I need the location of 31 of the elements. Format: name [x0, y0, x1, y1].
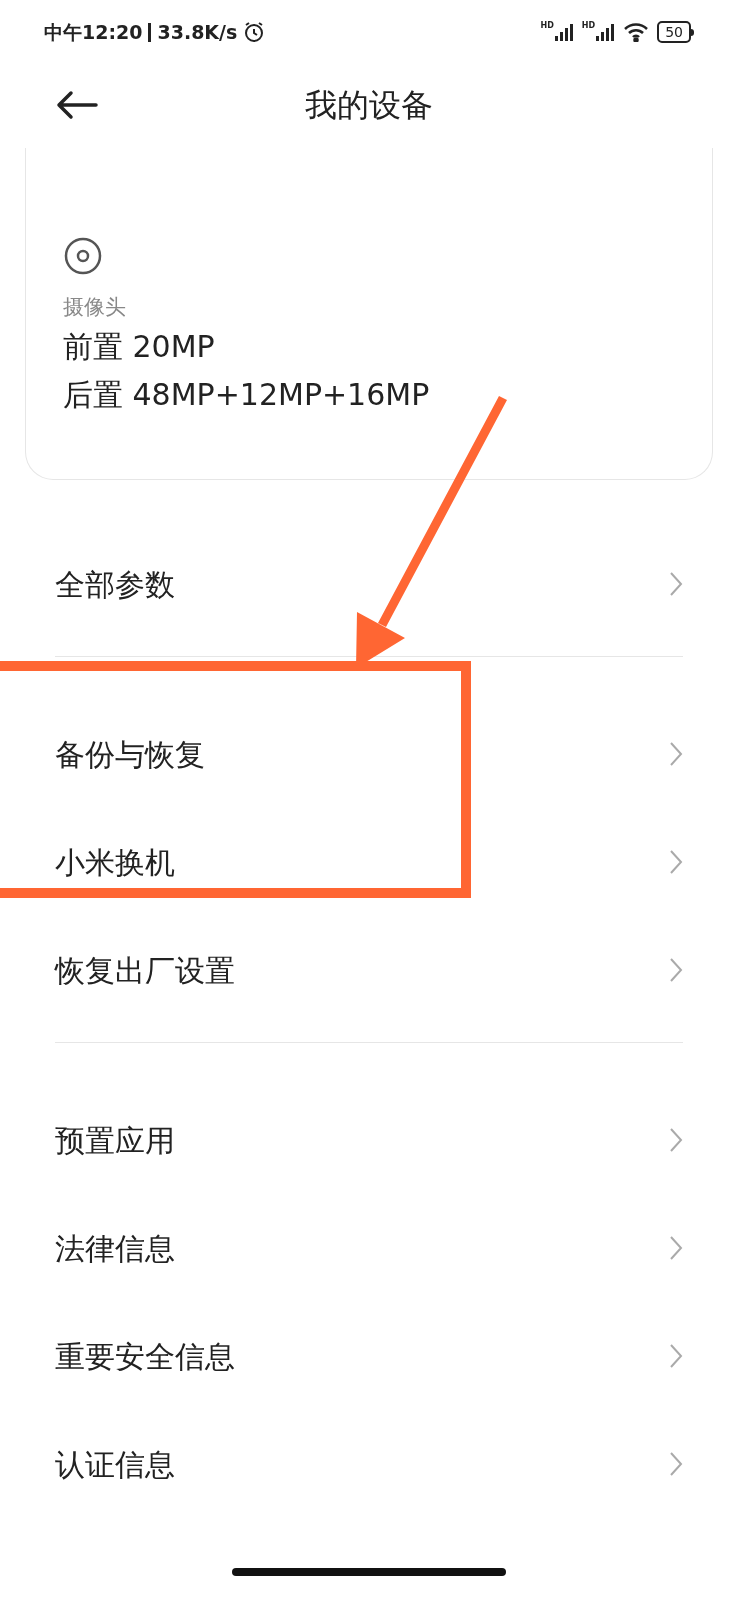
- settings-item[interactable]: 备份与恢复: [55, 700, 683, 808]
- chevron-icon: [669, 849, 683, 875]
- wifi-icon: [623, 22, 650, 42]
- network-type: HD: [540, 22, 554, 30]
- battery-level: 50: [657, 21, 691, 43]
- page-title: 我的设备: [305, 85, 433, 126]
- chevron-icon: [669, 1235, 683, 1261]
- chevron-icon: [669, 1451, 683, 1477]
- back-button[interactable]: [56, 90, 98, 120]
- network-speed: 33.8K/s: [157, 19, 238, 45]
- section-label: 摄像头: [63, 294, 127, 321]
- settings-item[interactable]: 预置应用: [55, 1086, 683, 1194]
- settings-item[interactable]: 恢复出厂设置: [55, 916, 683, 1024]
- signal-icon: [595, 22, 616, 42]
- chevron-icon: [669, 571, 683, 597]
- chevron-icon: [669, 1343, 683, 1369]
- chevron-icon: [669, 1127, 683, 1153]
- camera-icon: [63, 236, 103, 276]
- alarm-icon: [243, 21, 266, 43]
- settings-item[interactable]: 小米换机: [55, 808, 683, 916]
- settings-item[interactable]: 重要安全信息: [55, 1302, 683, 1410]
- camera-spec: 前置 20MP: [63, 328, 216, 366]
- chevron-icon: [669, 957, 683, 983]
- camera-spec: 后置 48MP+12MP+16MP: [63, 376, 431, 414]
- settings-item[interactable]: 法律信息: [55, 1194, 683, 1302]
- signal-icon: [553, 22, 574, 42]
- settings-item[interactable]: 全部参数: [55, 530, 683, 638]
- chevron-icon: [669, 741, 683, 767]
- network-type: HD: [581, 22, 596, 30]
- clock-time: 中午12:20: [44, 19, 143, 45]
- settings-item[interactable]: 认证信息: [55, 1410, 683, 1518]
